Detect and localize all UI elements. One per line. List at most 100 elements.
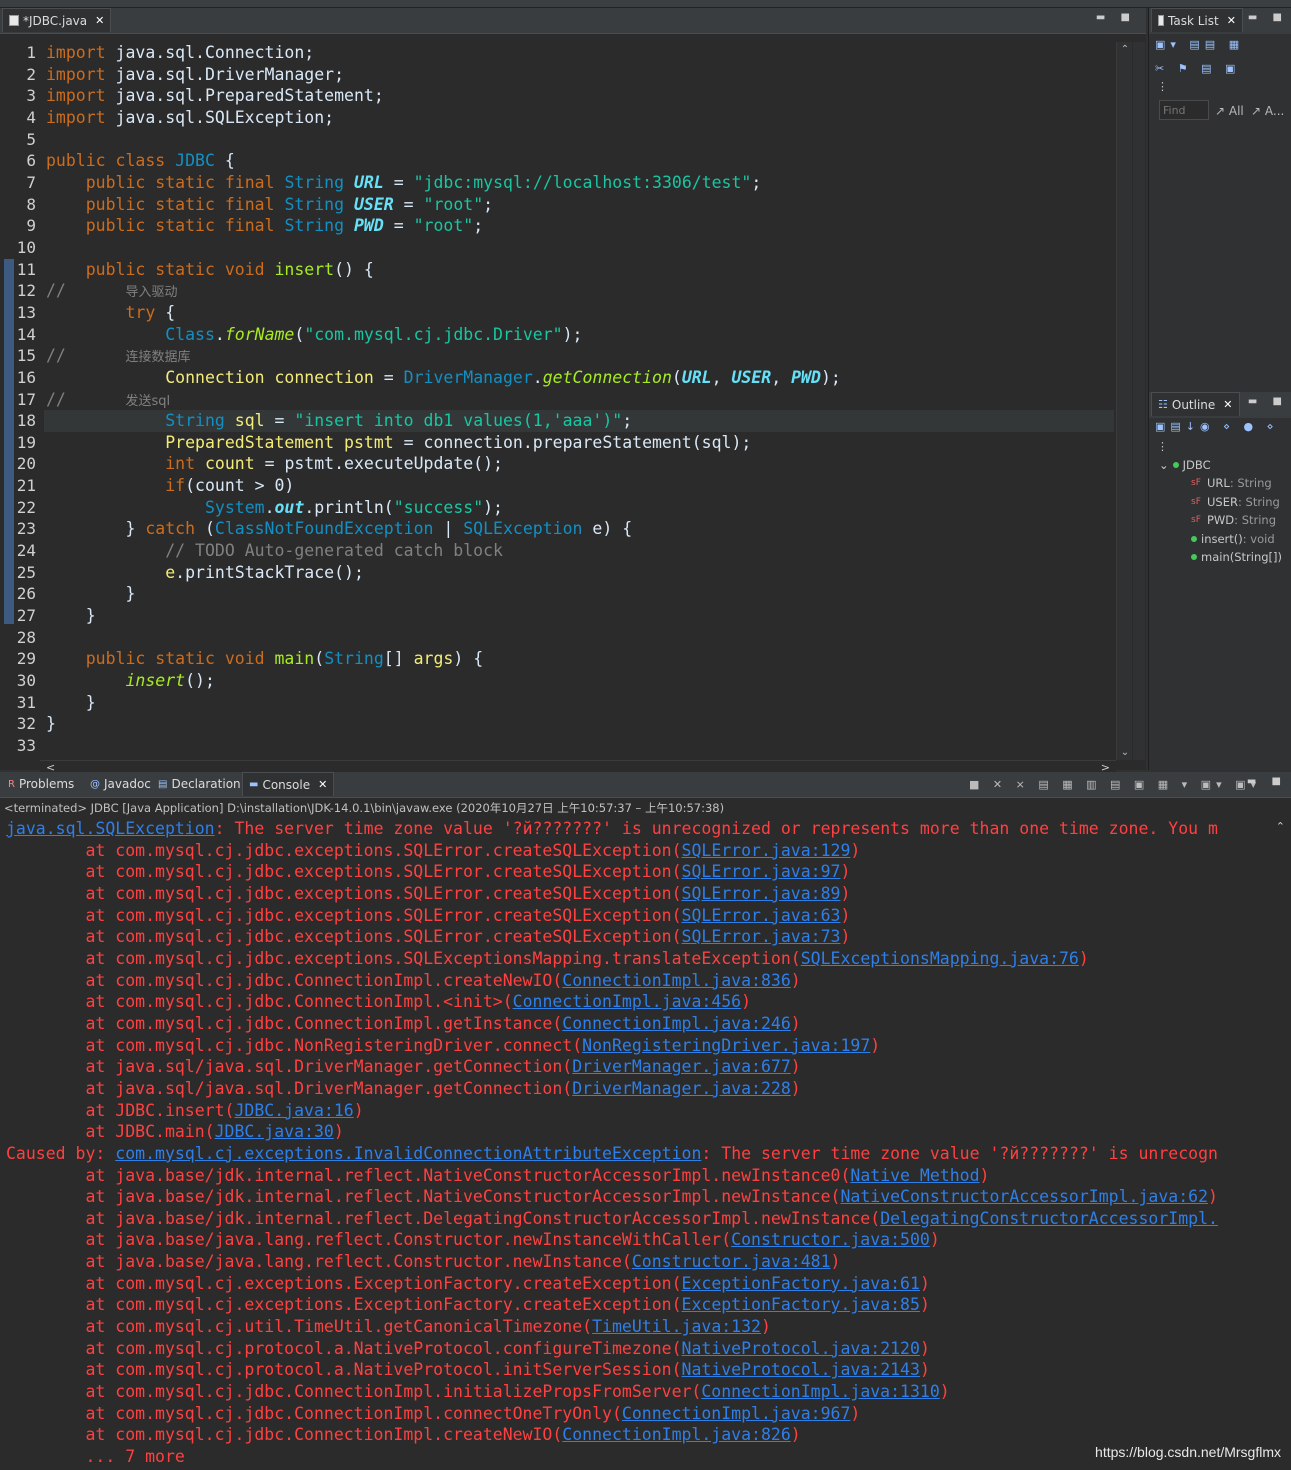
code-line[interactable]: }: [44, 605, 1114, 627]
task-list-filter-icons[interactable]: ✂ ⚑ ▤ ▣: [1155, 62, 1240, 75]
code-line[interactable]: public static void main(String[] args) {: [44, 648, 1114, 670]
stack-trace-link[interactable]: JDBC.java:30: [215, 1122, 334, 1141]
scroll-up-icon[interactable]: ⌃: [1117, 44, 1133, 55]
find-input[interactable]: [1159, 100, 1209, 120]
close-icon[interactable]: ✕: [318, 778, 327, 791]
close-icon[interactable]: ✕: [1223, 398, 1232, 411]
code-line[interactable]: [44, 237, 1114, 259]
stack-trace-link[interactable]: DriverManager.java:228: [572, 1079, 791, 1098]
outline-menu-icon[interactable]: ⋮: [1157, 440, 1173, 453]
tab-outline[interactable]: ☷ Outline ✕: [1151, 392, 1240, 416]
stack-trace-link[interactable]: NativeConstructorAccessorImpl.java:62: [840, 1187, 1208, 1206]
stack-trace-link[interactable]: DriverManager.java:677: [572, 1057, 791, 1076]
stack-trace-link[interactable]: SQLExceptionsMapping.java:76: [801, 949, 1079, 968]
task-list-window-controls[interactable]: ▬ ■: [1248, 12, 1288, 23]
console-window-controls[interactable]: ▬ ■: [1247, 776, 1287, 787]
console-toolbar-icons[interactable]: ■ ✕ ⨯ ▤ ▦ ▥ ▤ ▣ ▦ ▾ ▣▾ ▣▾: [969, 778, 1261, 791]
outline-toolbar-icons[interactable]: ▣▤↓◉ ⋄ ● ⋄: [1155, 420, 1278, 433]
code-line[interactable]: }: [44, 692, 1114, 714]
code-line[interactable]: import java.sql.PreparedStatement;: [44, 85, 1114, 107]
tab-declaration[interactable]: ▤ Declaration: [152, 772, 247, 796]
code-line[interactable]: // 导入驱动: [44, 280, 1114, 302]
stack-trace-link[interactable]: ConnectionImpl.java:836: [562, 971, 790, 990]
editor-tab-jdbc[interactable]: *JDBC.java ✕: [2, 8, 112, 32]
stack-trace-link[interactable]: JDBC.java:16: [234, 1101, 353, 1120]
outline-window-controls[interactable]: ▬ ■: [1248, 396, 1288, 407]
code-line[interactable]: import java.sql.SQLException;: [44, 107, 1114, 129]
code-line[interactable]: [44, 129, 1114, 151]
stack-trace-link[interactable]: DelegatingConstructorAccessorImpl.: [880, 1209, 1218, 1228]
stack-trace-link[interactable]: SQLError.java:63: [682, 906, 841, 925]
code-line[interactable]: e.printStackTrace();: [44, 562, 1114, 584]
view-menu-icon[interactable]: ⋮: [1157, 80, 1173, 93]
code-line[interactable]: [44, 735, 1114, 757]
outline-class-jdbc[interactable]: ⌄ JDBC: [1159, 456, 1211, 474]
all-filter[interactable]: ↗ All: [1215, 104, 1244, 118]
tab-javadoc[interactable]: @ Javadoc: [84, 772, 157, 796]
close-icon[interactable]: ✕: [1227, 14, 1236, 27]
code-line[interactable]: Class.forName("com.mysql.cj.jdbc.Driver"…: [44, 324, 1114, 346]
outline-item[interactable]: sF PWD : String: [1191, 511, 1276, 529]
stack-trace-link[interactable]: ConnectionImpl.java:1310: [701, 1382, 939, 1401]
stack-trace-link[interactable]: java.sql.SQLException: [6, 819, 215, 838]
code-line[interactable]: String sql = "insert into db1 values(1,'…: [44, 410, 1114, 432]
stack-trace-link[interactable]: ConnectionImpl.java:246: [562, 1014, 790, 1033]
tab-problems[interactable]: R Problems: [2, 772, 80, 796]
code-line[interactable]: if(count > 0): [44, 475, 1114, 497]
chevron-down-icon[interactable]: ⌄: [1159, 458, 1169, 472]
stack-trace-link[interactable]: SQLError.java:97: [682, 862, 841, 881]
stack-trace-link[interactable]: ExceptionFactory.java:85: [682, 1295, 920, 1314]
stack-trace-link[interactable]: SQLError.java:73: [682, 927, 841, 946]
code-line[interactable]: public static final String PWD = "root";: [44, 215, 1114, 237]
code-line[interactable]: System.out.println("success");: [44, 497, 1114, 519]
code-line[interactable]: // 发送sql: [44, 389, 1114, 411]
outline-item[interactable]: sF URL : String: [1191, 474, 1272, 492]
console-scroll-up-icon[interactable]: ⌃: [1276, 820, 1285, 833]
tab-task-list[interactable]: Task List ✕: [1151, 8, 1243, 32]
editor-vertical-scrollbar[interactable]: ⌃ ⌄: [1116, 42, 1132, 760]
close-icon[interactable]: ✕: [95, 14, 104, 27]
code-line[interactable]: Connection connection = DriverManager.ge…: [44, 367, 1114, 389]
code-line[interactable]: }: [44, 583, 1114, 605]
code-line[interactable]: public static void insert() {: [44, 259, 1114, 281]
outline-item[interactable]: sF USER : String: [1191, 493, 1280, 511]
editor-window-controls[interactable]: ▬ ■: [1096, 12, 1136, 23]
stack-trace-link[interactable]: ConnectionImpl.java:967: [622, 1404, 850, 1423]
outline-item[interactable]: insert() : void: [1191, 530, 1275, 548]
scroll-down-icon[interactable]: ⌄: [1117, 747, 1133, 758]
activate-filter[interactable]: ↗ A...: [1251, 104, 1284, 118]
code-line[interactable]: int count = pstmt.executeUpdate();: [44, 453, 1114, 475]
code-line[interactable]: public static final String URL = "jdbc:m…: [44, 172, 1114, 194]
code-line[interactable]: } catch (ClassNotFoundException | SQLExc…: [44, 518, 1114, 540]
stack-trace-link[interactable]: NonRegisteringDriver.java:197: [582, 1036, 870, 1055]
outline-item[interactable]: main(String[]): [1191, 548, 1282, 566]
stack-trace-link[interactable]: ConnectionImpl.java:456: [513, 992, 741, 1011]
code-line[interactable]: insert();: [44, 670, 1114, 692]
stack-trace-link[interactable]: com.mysql.cj.exceptions.InvalidConnectio…: [115, 1144, 701, 1163]
stack-trace-link[interactable]: ConnectionImpl.java:826: [562, 1425, 790, 1444]
stack-trace-link[interactable]: SQLError.java:89: [682, 884, 841, 903]
code-line[interactable]: // 连接数据库: [44, 345, 1114, 367]
code-line[interactable]: [44, 627, 1114, 649]
code-area[interactable]: import java.sql.Connection; import java.s…: [44, 42, 1114, 757]
code-line[interactable]: public static final String USER = "root"…: [44, 194, 1114, 216]
stack-trace-link[interactable]: ExceptionFactory.java:61: [682, 1274, 920, 1293]
code-line[interactable]: import java.sql.Connection;: [44, 42, 1114, 64]
stack-trace-link[interactable]: SQLError.java:129: [682, 841, 851, 860]
stack-trace-link[interactable]: NativeProtocol.java:2120: [682, 1339, 920, 1358]
code-token: // TODO Auto-generated catch block: [165, 541, 503, 561]
console-output[interactable]: java.sql.SQLException: The server time z…: [6, 818, 1274, 1468]
code-line[interactable]: import java.sql.DriverManager;: [44, 64, 1114, 86]
code-line[interactable]: public class JDBC {: [44, 150, 1114, 172]
stack-trace-link[interactable]: NativeProtocol.java:2143: [682, 1360, 920, 1379]
stack-trace-link[interactable]: Constructor.java:481: [632, 1252, 831, 1271]
stack-trace-link[interactable]: Constructor.java:500: [731, 1230, 930, 1249]
stack-trace-link[interactable]: TimeUtil.java:132: [592, 1317, 761, 1336]
code-line[interactable]: try {: [44, 302, 1114, 324]
code-line[interactable]: // TODO Auto-generated catch block: [44, 540, 1114, 562]
stack-trace-link[interactable]: Native Method: [850, 1166, 979, 1185]
task-list-toolbar-icons[interactable]: ▣▾ ▤▤ ▦: [1155, 38, 1244, 51]
code-line[interactable]: }: [44, 713, 1114, 735]
tab-console[interactable]: ▬ Console ✕: [242, 772, 335, 796]
code-line[interactable]: PreparedStatement pstmt = connection.pre…: [44, 432, 1114, 454]
